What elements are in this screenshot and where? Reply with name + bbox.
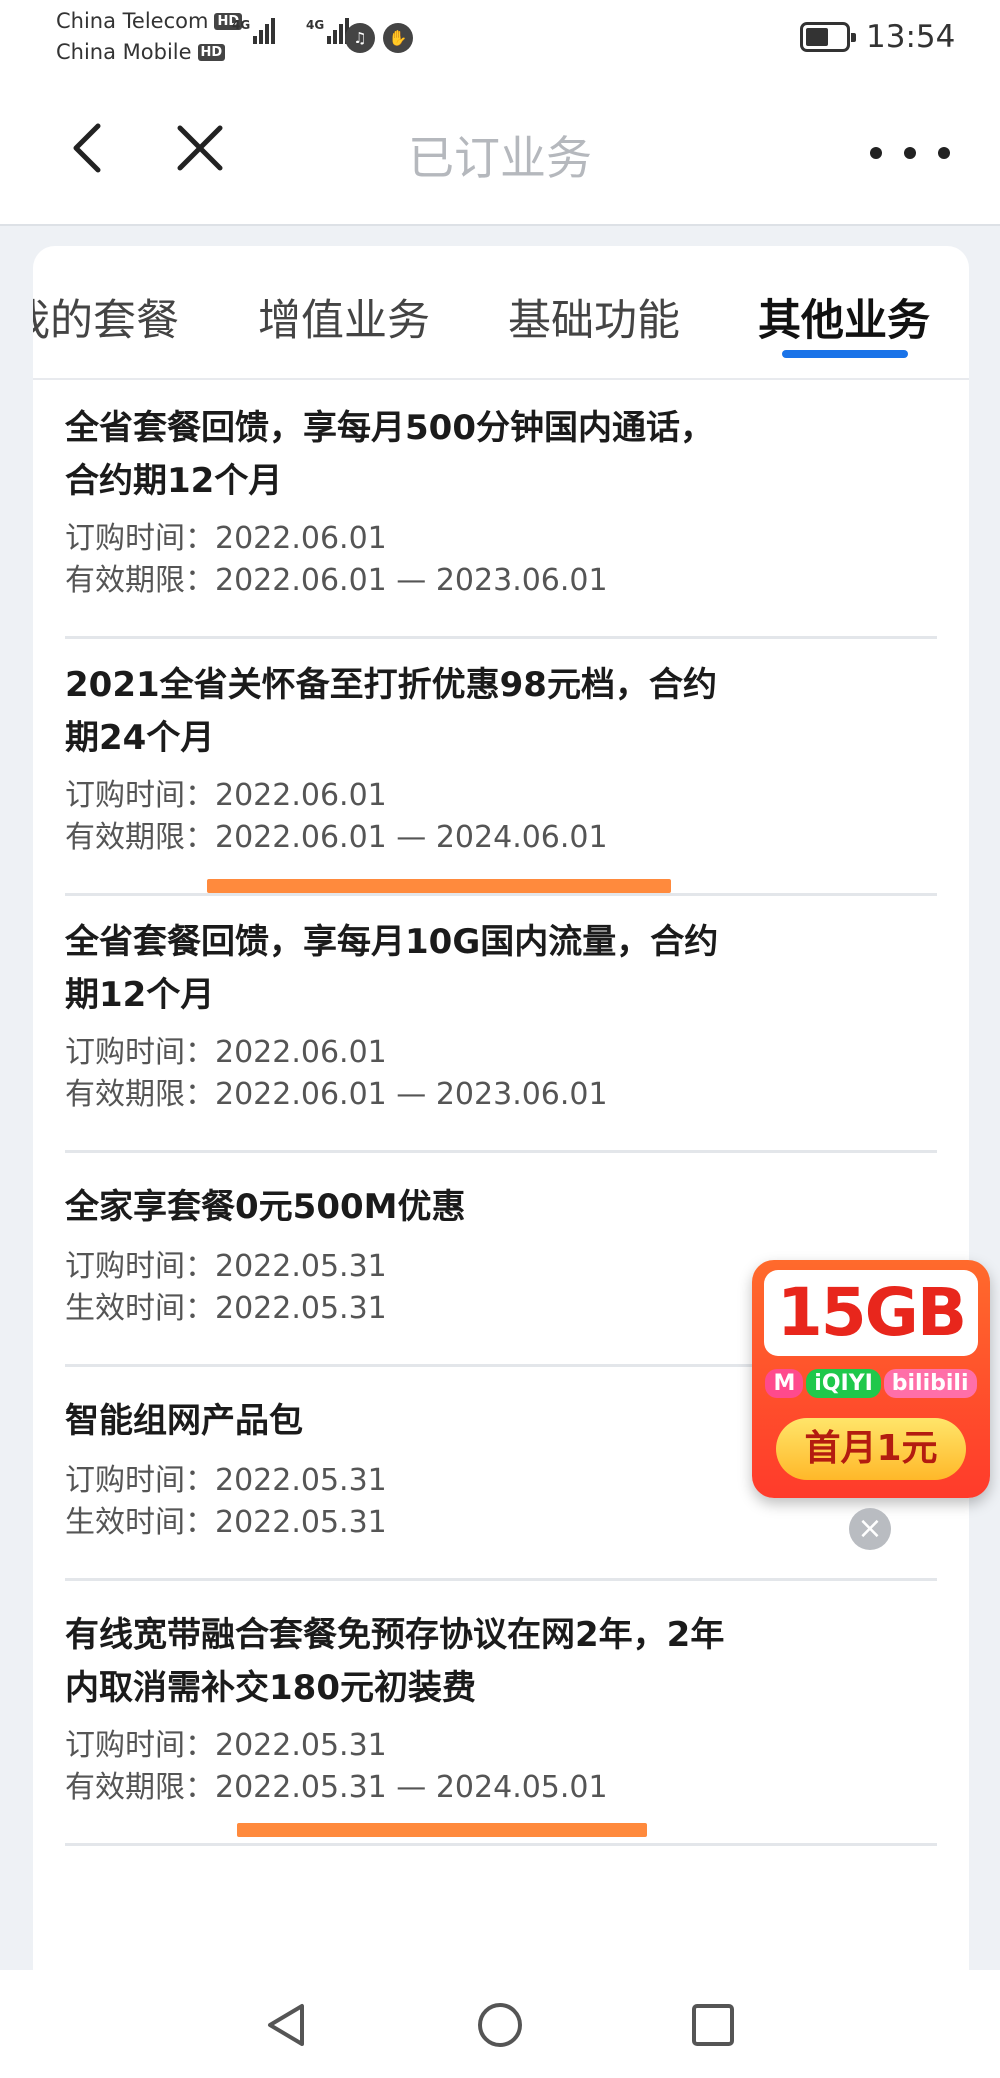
ad-headline: 15GB [764,1270,978,1356]
period-value: 2022.06.01 — 2024.06.01 [215,820,608,855]
period-label: 有效期限： [65,563,215,598]
carrier-2: China Mobile HD [56,40,226,64]
period-value: 2022.06.01 — 2023.06.01 [215,563,608,598]
item-title: 智能组网产品包 [65,1401,303,1441]
highlight-underline [207,879,671,893]
page-title: 已订业务 [408,131,592,185]
period-row: 有效期限：2022.06.01 — 2023.06.01 [65,560,937,602]
highlight-underline [237,1823,647,1837]
item-title: 全家享套餐0元500M优惠 [65,1187,466,1227]
battery-icon [800,22,856,52]
order-time-label: 订购时间： [65,1463,215,1498]
clock: 13:54 [866,19,956,55]
effective-time-label: 生效时间： [65,1291,215,1326]
tab-my-plan[interactable]: 我的套餐 [33,286,179,348]
promo-ad[interactable]: 15GB M iQIYI bilibili 首月1元 [752,1260,990,1498]
triangle-back-icon[interactable] [262,2000,312,2050]
order-time-value: 2022.05.31 [215,1728,387,1763]
order-time-label: 订购时间： [65,1035,215,1070]
period-row: 有效期限：2022.05.31 — 2024.05.01 [65,1767,937,1809]
order-time-label: 订购时间： [65,778,215,813]
period-label: 有效期限： [65,820,215,855]
order-time-value: 2022.06.01 [215,521,387,556]
active-tab-indicator [782,350,908,358]
period-value: 2022.05.31 — 2024.05.01 [215,1770,608,1805]
close-icon[interactable]: × [849,1508,891,1550]
period-value: 2022.06.01 — 2023.06.01 [215,1077,608,1112]
period-row: 有效期限：2022.06.01 — 2023.06.01 [65,1074,937,1116]
list-item[interactable]: 2021全省关怀备至打折优惠98元档，合约期24个月 订购时间：2022.06.… [65,639,937,896]
tab-other-services[interactable]: 其他业务 [758,286,930,348]
ad-logos: M iQIYI bilibili [764,1360,978,1406]
mango-logo: M [765,1368,804,1398]
iqiyi-logo: iQIYI [806,1368,881,1398]
order-time-label: 订购时间： [65,1249,215,1284]
item-title: 有线宽带融合套餐免预存协议在网2年，2年内取消需补交180元初装费 [65,1615,725,1708]
bilibili-logo: bilibili [883,1368,977,1398]
order-time-row: 订购时间：2022.06.01 [65,1032,937,1074]
screen: China Telecom HD China Mobile HD 4G 4G ♫… [0,0,1000,2078]
order-time-value: 2022.06.01 [215,1035,387,1070]
audio-icon: ♫ [345,23,375,53]
more-horizontal-icon[interactable] [870,138,950,168]
item-title: 全省套餐回馈，享每月10G国内流量，合约期12个月 [65,922,719,1015]
order-time-label: 订购时间： [65,1728,215,1763]
hd-badge: HD [197,43,226,61]
carrier-1-name: China Telecom [56,9,209,33]
effective-time-value: 2022.05.31 [215,1505,387,1540]
circle-home-icon[interactable] [475,2000,525,2050]
carrier-2-name: China Mobile [56,40,192,64]
order-time-row: 订购时间：2022.05.31 [65,1725,937,1767]
signal-icon: 4G [232,18,277,44]
status-bar: China Telecom HD China Mobile HD 4G 4G ♫… [0,0,1000,78]
period-label: 有效期限： [65,1770,215,1805]
ad-cta-button[interactable]: 首月1元 [776,1418,966,1480]
square-recents-icon[interactable] [688,2000,738,2050]
hand-icon: ✋ [383,23,413,53]
order-time-label: 订购时间： [65,521,215,556]
list-item[interactable]: 有线宽带融合套餐免预存协议在网2年，2年内取消需补交180元初装费 订购时间：2… [65,1581,937,1846]
list-item[interactable]: 全省套餐回馈，享每月500分钟国内通话，合约期12个月 订购时间：2022.06… [65,382,937,639]
order-time-row: 订购时间：2022.06.01 [65,518,937,560]
list-item[interactable]: 全省套餐回馈，享每月10G国内流量，合约期12个月 订购时间：2022.06.0… [65,896,937,1153]
tab-bar: 我的套餐 增值业务 基础功能 其他业务 [33,246,969,380]
nav-bar: 已订业务 [0,78,1000,226]
period-label: 有效期限： [65,1077,215,1112]
system-nav-bar [0,1970,1000,2078]
order-time-value: 2022.05.31 [215,1463,387,1498]
subscription-card: 我的套餐 增值业务 基础功能 其他业务 全省套餐回馈，享每月500分钟国内通话，… [33,246,969,2078]
effective-time-label: 生效时间： [65,1505,215,1540]
item-title: 2021全省关怀备至打折优惠98元档，合约期24个月 [65,665,717,758]
tab-value-added[interactable]: 增值业务 [258,286,430,348]
order-time-value: 2022.05.31 [215,1249,387,1284]
tab-basic-functions[interactable]: 基础功能 [508,286,680,348]
subscription-list: 全省套餐回馈，享每月500分钟国内通话，合约期12个月 订购时间：2022.06… [33,382,969,1846]
item-title: 全省套餐回馈，享每月500分钟国内通话，合约期12个月 [65,408,714,501]
order-time-row: 订购时间：2022.06.01 [65,775,937,817]
carrier-1: China Telecom HD [56,9,243,33]
order-time-value: 2022.06.01 [215,778,387,813]
effective-time-value: 2022.05.31 [215,1291,387,1326]
effective-time-row: 生效时间：2022.05.31 [65,1502,937,1544]
period-row: 有效期限：2022.06.01 — 2024.06.01 [65,817,937,859]
